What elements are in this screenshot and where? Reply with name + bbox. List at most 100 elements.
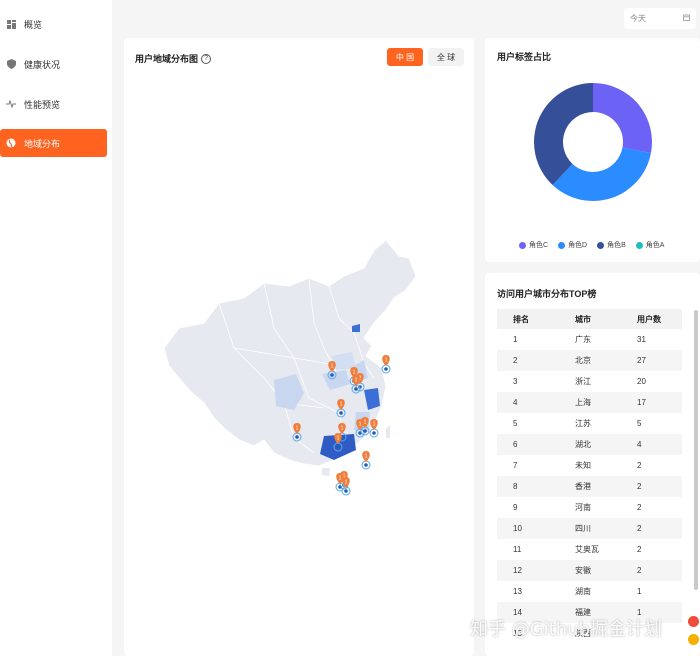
cell-rank: 6 xyxy=(513,440,518,449)
legend-item[interactable]: 角色C xyxy=(519,240,548,250)
table-row[interactable]: 7 未知 2 xyxy=(497,455,682,476)
column-header-users[interactable]: 用户数 xyxy=(621,314,682,325)
legend-item[interactable]: 角色A xyxy=(635,240,665,250)
donut-slice-角色C[interactable] xyxy=(593,83,652,154)
table-row[interactable]: 4 上海 17 xyxy=(497,392,682,413)
cell-users: 2 xyxy=(637,482,642,491)
table-row[interactable]: 8 香港 2 xyxy=(497,476,682,497)
cell-rank: 13 xyxy=(513,587,522,596)
date-picker[interactable]: 今天 xyxy=(624,8,696,29)
cell-users: 31 xyxy=(637,335,646,344)
sidebar-item-region[interactable]: 地域分布 xyxy=(0,129,107,157)
cell-users: 4 xyxy=(637,440,642,449)
donut-chart[interactable] xyxy=(533,82,653,202)
table-row[interactable]: 13 湖南 1 xyxy=(497,581,682,602)
table-row[interactable]: 12 安徽 2 xyxy=(497,560,682,581)
china-map[interactable]: 1112111111 1 11111 xyxy=(124,228,474,518)
cell-users: 27 xyxy=(637,356,646,365)
donut-legend: 角色C 角色D 角色B 角色A xyxy=(519,240,664,250)
marker-dot xyxy=(336,445,340,449)
cell-rank: 8 xyxy=(513,482,518,491)
legend-label: 角色A xyxy=(645,242,665,249)
marker-label: 1 xyxy=(331,364,334,370)
scope-china-button[interactable]: 中 国 xyxy=(387,48,423,66)
question-icon[interactable]: ? xyxy=(201,53,212,64)
donut-slice-角色D[interactable] xyxy=(552,147,651,201)
marker-label: 1 xyxy=(340,402,343,408)
marker-label: 1 xyxy=(373,422,376,428)
chat-icon[interactable] xyxy=(688,634,699,645)
cell-rank: 1 xyxy=(513,335,518,344)
cell-city: 香港 xyxy=(575,482,591,491)
scope-global-button[interactable]: 全 球 xyxy=(428,48,464,66)
rank-panel-title: 访问用户城市分布TOP榜 xyxy=(497,289,597,299)
date-picker-value: 今天 xyxy=(630,14,646,23)
sidebar-item-health[interactable]: 健康状况 xyxy=(0,50,107,78)
legend-dot xyxy=(558,241,566,249)
map-marker[interactable]: 1 xyxy=(361,451,371,470)
marker-label: 1 xyxy=(339,476,342,482)
cell-rank: 9 xyxy=(513,503,518,512)
dashboard-icon xyxy=(6,19,16,29)
marker-label: 1 xyxy=(337,436,340,442)
cell-users: 2 xyxy=(637,566,642,575)
table-row[interactable]: 9 河南 2 xyxy=(497,497,682,518)
legend-label: 角色C xyxy=(529,242,549,249)
cell-city: 艾奥瓦 xyxy=(575,545,599,554)
column-header-rank[interactable]: 排名 xyxy=(497,314,559,325)
sidebar-item-performance[interactable]: 性能预览 xyxy=(0,90,107,118)
cell-users: 5 xyxy=(637,419,642,428)
donut-panel: 用户标签占比 角色C 角色D 角色B 角色A xyxy=(485,38,700,262)
table-row[interactable]: 10 四川 2 xyxy=(497,518,682,539)
table-row[interactable]: 6 湖北 4 xyxy=(497,434,682,455)
marker-dot xyxy=(384,367,388,371)
cell-rank: 4 xyxy=(513,398,518,407)
donut-slice-角色B[interactable] xyxy=(534,83,593,186)
marker-dot xyxy=(372,431,376,435)
legend-label: 角色D xyxy=(568,242,588,249)
cell-rank: 5 xyxy=(513,419,518,428)
cell-city: 浙江 xyxy=(575,377,591,386)
marker-label: 1 xyxy=(355,378,358,384)
rank-panel: 访问用户城市分布TOP榜 排名 城市 用户数 1 广东 31 2 北京 27 3 浙江 20 4 上… xyxy=(485,273,700,656)
map-panel-title: 用户地域分布图 ? xyxy=(135,52,212,65)
cell-users: 2 xyxy=(637,503,642,512)
marker-dot xyxy=(338,485,342,489)
column-header-city[interactable]: 城市 xyxy=(559,314,621,325)
marker-dot xyxy=(344,489,348,493)
table-row[interactable]: 3 浙江 20 xyxy=(497,371,682,392)
cell-rank: 2 xyxy=(513,356,518,365)
cell-rank: 12 xyxy=(513,566,522,575)
table-row[interactable]: 5 江苏 5 xyxy=(497,413,682,434)
marker-dot xyxy=(295,435,299,439)
cell-users: 17 xyxy=(637,398,646,407)
cell-rank: 3 xyxy=(513,377,518,386)
legend-item[interactable]: 角色D xyxy=(558,240,587,250)
cell-city: 广东 xyxy=(575,335,591,344)
donut-panel-title: 用户标签占比 xyxy=(497,52,552,62)
cell-city: 河南 xyxy=(575,503,591,512)
legend-label: 角色B xyxy=(607,242,626,249)
marker-label: 1 xyxy=(365,454,368,460)
legend-item[interactable]: 角色B xyxy=(597,240,626,250)
marker-dot xyxy=(363,429,367,433)
map-title-text: 用户地域分布图 xyxy=(135,54,199,64)
map-region-taiwan xyxy=(386,426,390,438)
rank-table-scrollbar[interactable] xyxy=(694,310,698,590)
marker-dot xyxy=(364,463,368,467)
table-row[interactable]: 11 艾奥瓦 2 xyxy=(497,539,682,560)
map-panel: 用户地域分布图 ? 中 国 全 球 1 1 1 2 1 1 1 1 1 1 1 … xyxy=(124,38,474,656)
cell-city: 安徽 xyxy=(575,566,591,575)
cell-users: 2 xyxy=(637,524,642,533)
map-marker[interactable]: 1 xyxy=(381,355,391,374)
robot-icon[interactable] xyxy=(688,616,699,627)
marker-label: 1 xyxy=(341,426,344,432)
cell-users: 20 xyxy=(637,377,646,386)
legend-dot xyxy=(519,241,526,249)
cell-city: 四川 xyxy=(575,524,591,533)
cell-users: 2 xyxy=(637,461,642,470)
table-row[interactable]: 1 广东 31 xyxy=(497,329,682,350)
table-row[interactable]: 2 北京 27 xyxy=(497,350,682,371)
sidebar-item-overview[interactable]: 概览 xyxy=(0,10,107,38)
globe-icon xyxy=(6,138,16,148)
